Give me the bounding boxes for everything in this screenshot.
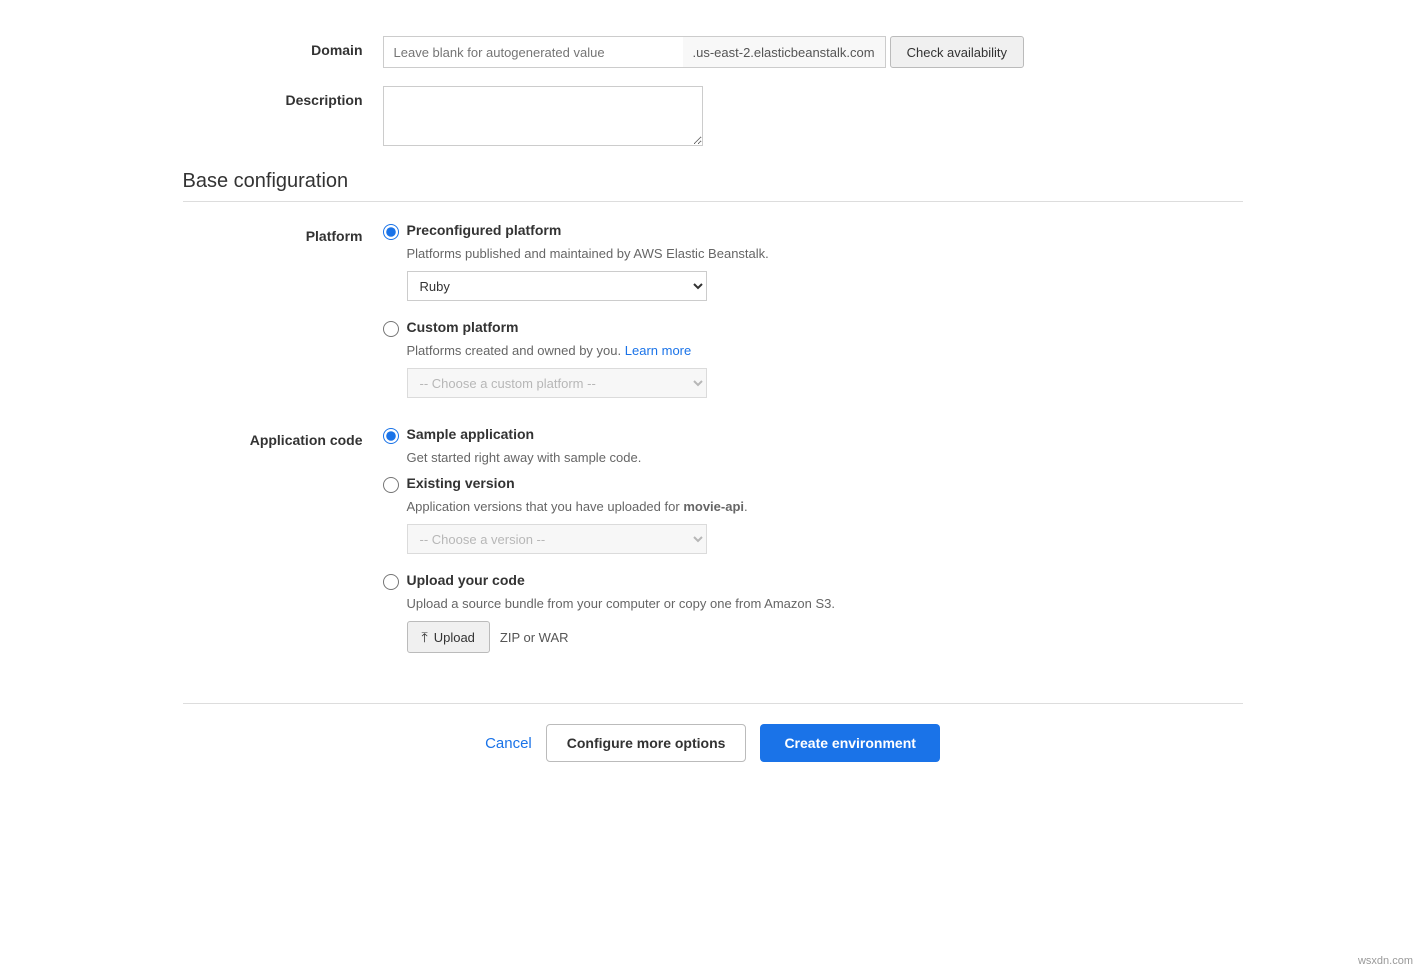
- base-configuration-title: Base configuration: [183, 170, 1243, 193]
- custom-platform-select[interactable]: -- Choose a custom platform --: [407, 368, 707, 398]
- upload-button[interactable]: ⤒ Upload: [407, 621, 490, 653]
- description-label: Description: [183, 86, 383, 108]
- upload-code-label[interactable]: Upload your code: [407, 572, 525, 588]
- watermark: wsxdn.com: [1358, 955, 1413, 967]
- custom-platform-radio[interactable]: [383, 321, 399, 337]
- existing-version-label[interactable]: Existing version: [407, 475, 515, 491]
- bottom-divider: [183, 703, 1243, 704]
- existing-version-radio[interactable]: [383, 477, 399, 493]
- domain-suffix: .us-east-2.elasticbeanstalk.com: [683, 36, 886, 68]
- learn-more-link[interactable]: Learn more: [625, 343, 691, 358]
- create-environment-button[interactable]: Create environment: [760, 724, 939, 762]
- sample-application-radio[interactable]: [383, 428, 399, 444]
- preconfigured-platform-label[interactable]: Preconfigured platform: [407, 222, 562, 238]
- version-select[interactable]: -- Choose a version --: [407, 524, 707, 554]
- configure-more-options-button[interactable]: Configure more options: [546, 724, 747, 762]
- description-textarea[interactable]: [383, 86, 703, 146]
- upload-code-desc: Upload a source bundle from your compute…: [407, 596, 1243, 611]
- platform-select[interactable]: Ruby: [407, 271, 707, 301]
- upload-icon: ⤒: [422, 629, 428, 646]
- upload-button-label: Upload: [434, 630, 475, 645]
- domain-input[interactable]: [383, 36, 683, 68]
- check-availability-button[interactable]: Check availability: [890, 36, 1024, 68]
- preconfigured-platform-desc: Platforms published and maintained by AW…: [407, 246, 1243, 261]
- upload-code-radio[interactable]: [383, 574, 399, 590]
- preconfigured-platform-radio[interactable]: [383, 224, 399, 240]
- footer-buttons: Cancel Configure more options Create env…: [183, 724, 1243, 762]
- app-name: movie-api: [683, 499, 744, 514]
- custom-platform-desc: Platforms created and owned by you. Lear…: [407, 343, 1243, 358]
- custom-platform-label[interactable]: Custom platform: [407, 319, 519, 335]
- platform-label: Platform: [183, 222, 383, 244]
- base-configuration-section: Base configuration: [183, 170, 1243, 202]
- application-code-label: Application code: [183, 426, 383, 448]
- existing-version-desc: Application versions that you have uploa…: [407, 499, 1243, 514]
- cancel-link[interactable]: Cancel: [485, 735, 532, 752]
- sample-application-desc: Get started right away with sample code.: [407, 450, 1243, 465]
- sample-application-label[interactable]: Sample application: [407, 426, 535, 442]
- zip-label: ZIP or WAR: [500, 630, 569, 645]
- domain-label: Domain: [183, 36, 383, 58]
- section-divider: [183, 201, 1243, 202]
